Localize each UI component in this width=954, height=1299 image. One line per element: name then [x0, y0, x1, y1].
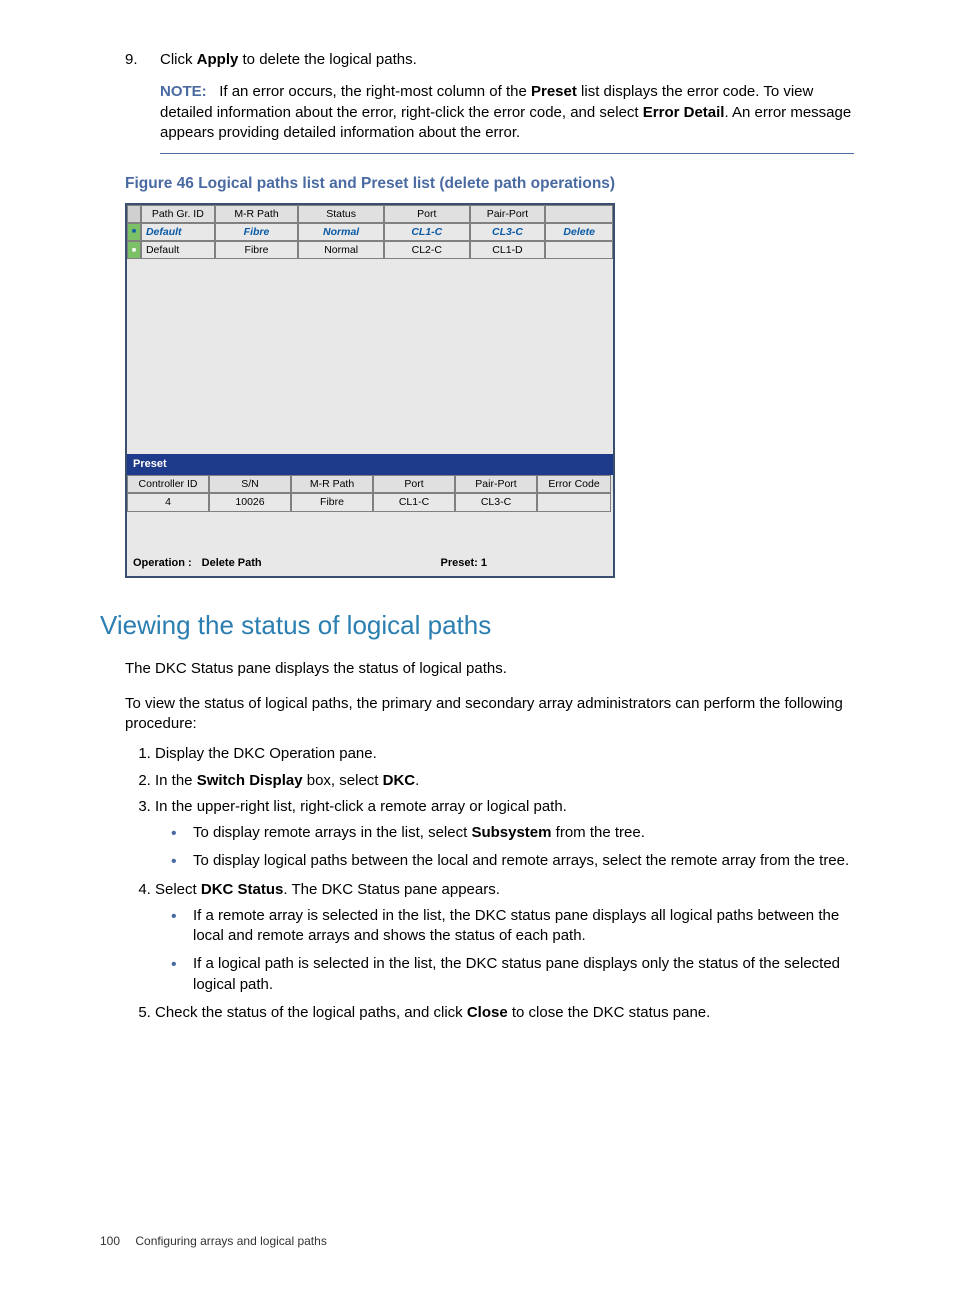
bullet: If a logical path is selected in the lis… — [193, 954, 854, 995]
col-pair-port[interactable]: Pair-Port — [455, 475, 537, 493]
col-controller-id[interactable]: Controller ID — [127, 475, 209, 493]
col-mr-path[interactable]: M-R Path — [291, 475, 373, 493]
logical-paths-header: Path Gr. ID M-R Path Status Port Pair-Po… — [127, 205, 613, 223]
page-footer: 100 Configuring arrays and logical paths — [100, 1233, 854, 1249]
operation-label: Operation : — [133, 556, 192, 571]
bullet: To display logical paths between the loc… — [193, 851, 854, 871]
operation-value: Delete Path — [202, 556, 262, 571]
preset-row[interactable]: 4 10026 Fibre CL1-C CL3-C — [127, 493, 613, 511]
preset-title-bar: Preset — [127, 454, 613, 475]
bullet: To display remote arrays in the list, se… — [193, 823, 854, 843]
figure-screenshot: Path Gr. ID M-R Path Status Port Pair-Po… — [125, 203, 615, 579]
preset-empty-area — [127, 512, 613, 552]
col-pair-port[interactable]: Pair-Port — [470, 205, 546, 223]
col-path-gr-id[interactable]: Path Gr. ID — [141, 205, 215, 223]
page-number: 100 — [100, 1234, 120, 1248]
table-row[interactable]: ■ Default Fibre Normal CL2-C CL1-D — [127, 241, 613, 259]
col-status[interactable]: Status — [298, 205, 384, 223]
footer-title: Configuring arrays and logical paths — [135, 1234, 326, 1248]
header-icon-col — [127, 205, 141, 223]
table-empty-area — [127, 259, 613, 454]
step-5: Check the status of the logical paths, a… — [155, 1003, 854, 1023]
section-heading: Viewing the status of logical paths — [100, 608, 854, 643]
note-block: NOTE: If an error occurs, the right-most… — [160, 82, 854, 154]
step-9: 9. Click Apply to delete the logical pat… — [100, 50, 854, 70]
col-error-code[interactable]: Error Code — [537, 475, 611, 493]
col-port[interactable]: Port — [384, 205, 470, 223]
figure-caption: Figure 46 Logical paths list and Preset … — [125, 174, 854, 195]
paragraph: To view the status of logical paths, the… — [125, 694, 854, 735]
col-mr-path[interactable]: M-R Path — [215, 205, 299, 223]
table-row[interactable]: ■ Default Fibre Normal CL1-C CL3-C Delet… — [127, 223, 613, 241]
col-action[interactable] — [545, 205, 613, 223]
step-2: In the Switch Display box, select DKC. — [155, 771, 854, 791]
step-4: Select DKC Status. The DKC Status pane a… — [155, 880, 854, 995]
note-label: NOTE: — [160, 83, 207, 100]
col-port[interactable]: Port — [373, 475, 455, 493]
paragraph: The DKC Status pane displays the status … — [125, 659, 854, 679]
col-sn[interactable]: S/N — [209, 475, 291, 493]
bullet: If a remote array is selected in the lis… — [193, 906, 854, 947]
row-icon: ■ — [127, 223, 141, 241]
preset-count: Preset: 1 — [441, 556, 487, 571]
step-text: Click Apply to delete the logical paths. — [160, 50, 417, 70]
step-3: In the upper-right list, right-click a r… — [155, 797, 854, 872]
procedure-list: Display the DKC Operation pane. In the S… — [125, 744, 854, 1023]
step-1: Display the DKC Operation pane. — [155, 744, 854, 764]
operation-line: Operation : Delete Path Preset: 1 — [127, 552, 613, 577]
step-number: 9. — [125, 50, 160, 70]
row-icon: ■ — [127, 241, 141, 259]
preset-header: Controller ID S/N M-R Path Port Pair-Por… — [127, 475, 613, 493]
